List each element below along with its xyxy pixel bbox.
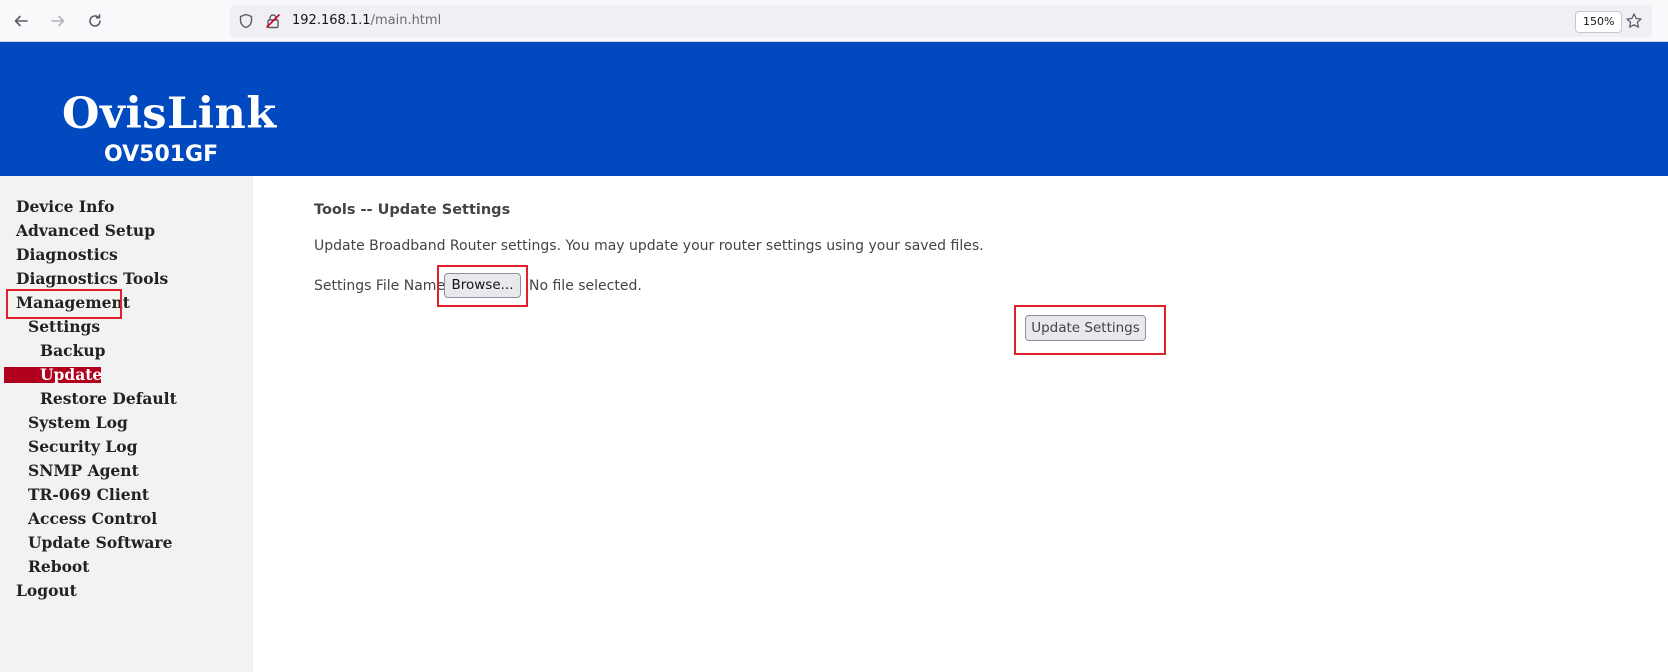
file-status-text: No file selected. (529, 278, 642, 294)
insecure-lock-icon[interactable] (265, 13, 281, 29)
sidebar-item-update[interactable]: Update (40, 365, 102, 385)
sidebar-item-logout[interactable]: Logout (16, 581, 77, 601)
sidebar-item-advanced-setup[interactable]: Advanced Setup (16, 221, 155, 241)
update-highlight-box (1014, 305, 1166, 355)
sidebar-item-access-control[interactable]: Access Control (28, 509, 157, 529)
main-content: Tools -- Update Settings Update Broadban… (253, 176, 1668, 672)
url-path: /main.html (370, 13, 442, 28)
sidebar-item-tr069-client[interactable]: TR-069 Client (28, 485, 149, 505)
sidebar-item-snmp-agent[interactable]: SNMP Agent (28, 461, 139, 481)
reload-icon[interactable] (82, 8, 108, 34)
bookmark-star-icon[interactable] (1624, 11, 1644, 31)
shield-icon[interactable] (238, 13, 254, 29)
sidebar-item-diagnostics[interactable]: Diagnostics (16, 245, 118, 265)
address-bar[interactable]: 192.168.1.1/main.html 150% (230, 5, 1652, 37)
sidebar-item-device-info[interactable]: Device Info (16, 197, 114, 217)
sidebar-item-reboot[interactable]: Reboot (28, 557, 89, 577)
settings-file-label: Settings File Name (314, 278, 446, 294)
sidebar-item-diagnostics-tools[interactable]: Diagnostics Tools (16, 269, 168, 289)
sidebar-item-update-software[interactable]: Update Software (28, 533, 172, 553)
model-name: OV501GF (104, 142, 219, 167)
sidebar-item-system-log[interactable]: System Log (28, 413, 128, 433)
url-text[interactable]: 192.168.1.1/main.html (292, 12, 441, 30)
sidebar-item-backup[interactable]: Backup (40, 341, 105, 361)
sidebar-item-restore-default[interactable]: Restore Default (40, 389, 177, 409)
header-banner: OvisLink OV501GF (0, 42, 1668, 176)
browser-toolbar: 192.168.1.1/main.html 150% (0, 0, 1668, 42)
sidebar-item-security-log[interactable]: Security Log (28, 437, 137, 457)
browse-highlight-box (437, 265, 528, 307)
brand-logo: OvisLink (62, 89, 277, 139)
sidebar-menu: Device Info Advanced Setup Diagnostics D… (0, 176, 253, 672)
zoom-level-badge[interactable]: 150% (1575, 11, 1623, 33)
back-arrow-icon[interactable] (8, 8, 34, 34)
sidebar-item-settings[interactable]: Settings (28, 317, 100, 337)
page-description: Update Broadband Router settings. You ma… (314, 238, 984, 254)
forward-arrow-icon[interactable] (45, 8, 71, 34)
url-host: 192.168.1.1 (292, 13, 371, 28)
management-highlight-box (6, 289, 122, 319)
page-title: Tools -- Update Settings (314, 202, 511, 218)
